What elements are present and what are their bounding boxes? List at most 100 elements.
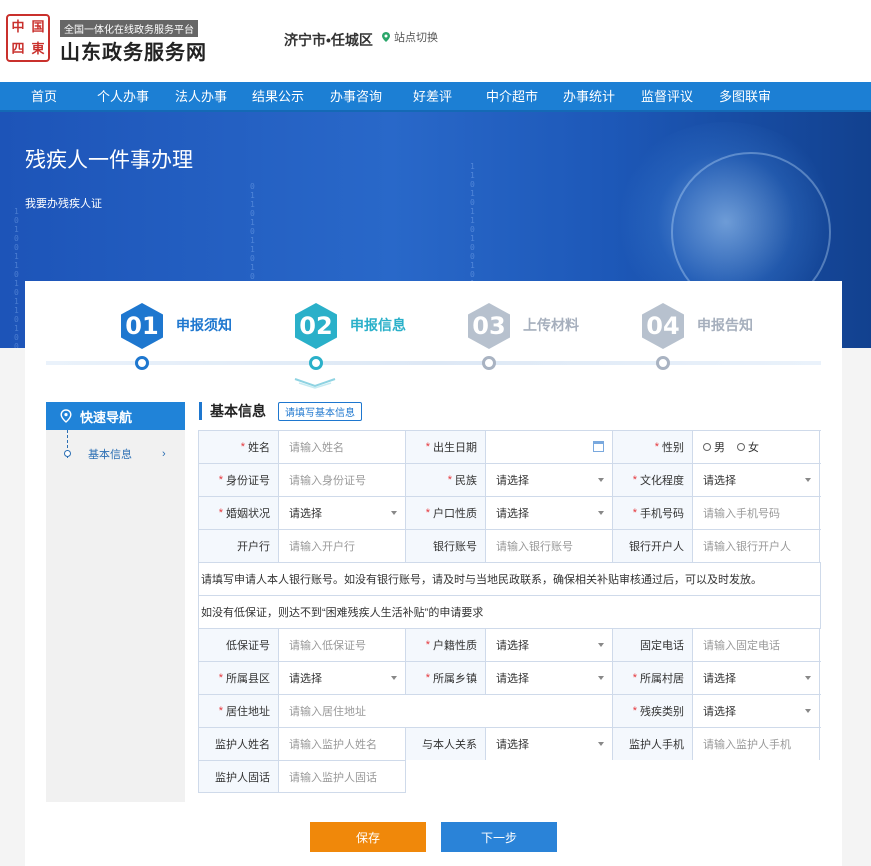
ethnic-select[interactable]: 请选择 [486, 464, 613, 496]
chevron-right-icon: › [162, 448, 166, 460]
sidebar-item-label: 基本信息 [88, 449, 132, 461]
dropdown-caret-icon [805, 478, 811, 482]
phone-label: * 手机号码 [613, 497, 693, 529]
form-row: 监护人固话 请输入监护人固话 [198, 760, 406, 793]
guardian-phone-input[interactable]: 请输入监护人手机 [693, 728, 820, 760]
tel-input[interactable]: 请输入固定电话 [693, 629, 820, 661]
site-title[interactable]: 山东政务服务网 [60, 36, 207, 65]
account-holder-input[interactable]: 请输入银行开户人 [693, 530, 820, 562]
town-label: * 所属乡镇 [406, 662, 486, 694]
next-step-button[interactable]: 下一步 [441, 822, 557, 852]
logo-seal[interactable]: 中 国 四 東 [6, 14, 50, 62]
gender-male-radio[interactable]: 男 [703, 439, 725, 455]
education-select[interactable]: 请选择 [693, 464, 820, 496]
region-name: 济宁市•任城区 [284, 32, 373, 48]
site-switch-link[interactable]: 站点切换 [382, 29, 438, 45]
seal-char: 四 [11, 41, 25, 56]
name-input[interactable]: 请输入姓名 [279, 431, 406, 463]
dropdown-caret-icon [391, 676, 397, 680]
step-1-label[interactable]: 申报须知 [176, 315, 232, 335]
nav-personal[interactable]: 个人办事 [97, 82, 149, 110]
dropdown-caret-icon [805, 676, 811, 680]
nav-results[interactable]: 结果公示 [252, 82, 304, 110]
bank-note: 请填写申请人本人银行账号。如没有银行账号，请及时与当地民政联系，确保相关补贴审核… [198, 562, 821, 595]
dropdown-caret-icon [598, 478, 604, 482]
step-3-badge: 03 [468, 303, 510, 349]
nav-consult[interactable]: 办事咨询 [330, 82, 382, 110]
main-nav: 首页 个人办事 法人办事 结果公示 办事咨询 好差评 中介超市 办事统计 监督评… [0, 82, 871, 112]
account-input[interactable]: 请输入银行账号 [486, 530, 613, 562]
nav-agency-market[interactable]: 中介超市 [486, 82, 538, 110]
county-label: * 所属县区 [199, 662, 279, 694]
dropdown-caret-icon [598, 511, 604, 515]
seal-char: 中 [11, 19, 25, 34]
platform-label: 全国一体化在线政务服务平台 [60, 20, 198, 37]
relation-label: 与本人关系 [406, 728, 486, 760]
seal-char: 東 [31, 41, 45, 56]
form-row: 监护人姓名 请输入监护人姓名 与本人关系 请选择 监护人手机 请输入监护人手机 [198, 727, 821, 760]
dropdown-caret-icon [391, 511, 397, 515]
guardian-tel-label: 监护人固话 [199, 761, 279, 792]
nav-home[interactable]: 首页 [31, 82, 57, 110]
bank-input[interactable]: 请输入开户行 [279, 530, 406, 562]
form-row: * 姓名 请输入姓名 * 出生日期 * 性别 男 女 [198, 430, 821, 463]
form-row: * 所属县区 请选择 * 所属乡镇 请选择 * 所属村居 请选择 [198, 661, 821, 694]
guardian-phone-label: 监护人手机 [613, 728, 693, 760]
dropdown-caret-icon [598, 742, 604, 746]
marriage-select[interactable]: 请选择 [279, 497, 406, 529]
nav-statistics[interactable]: 办事统计 [563, 82, 615, 110]
disability-select[interactable]: 请选择 [693, 695, 820, 727]
county-select[interactable]: 请选择 [279, 662, 406, 694]
form-row: * 婚姻状况 请选择 * 户口性质 请选择 * 手机号码 请输入手机号码 [198, 496, 821, 529]
basic-info-form: * 姓名 请输入姓名 * 出生日期 * 性别 男 女 * 身份证号 请输入身份证号 * 民… [198, 430, 821, 793]
idcard-input[interactable]: 请输入身份证号 [279, 464, 406, 496]
education-label: * 文化程度 [613, 464, 693, 496]
huji-select[interactable]: 请选择 [486, 629, 613, 661]
birth-date-input[interactable] [486, 431, 613, 463]
address-label: * 居住地址 [199, 695, 279, 727]
step-2-label[interactable]: 申报信息 [350, 315, 406, 335]
seal-char: 国 [31, 19, 45, 34]
step-1-badge: 01 [121, 303, 163, 349]
calendar-icon[interactable] [593, 441, 604, 452]
guardian-name-label: 监护人姓名 [199, 728, 279, 760]
location-pin-icon [60, 409, 72, 423]
quick-nav-header: 快速导航 [46, 402, 185, 430]
dropdown-caret-icon [598, 643, 604, 647]
gender-radio-group: 男 女 [693, 431, 820, 463]
form-card: 01 申报须知 02 申报信息 03 上传材料 04 申报告知 快速导航 基本信… [25, 281, 842, 866]
form-row: * 居住地址 请输入居住地址 * 残疾类别 请选择 [198, 694, 821, 727]
nav-corporate[interactable]: 法人办事 [175, 82, 227, 110]
form-row: 低保证号 请输入低保证号 * 户籍性质 请选择 固定电话 请输入固定电话 [198, 628, 821, 661]
town-select[interactable]: 请选择 [486, 662, 613, 694]
phone-input[interactable]: 请输入手机号码 [693, 497, 820, 529]
tel-label: 固定电话 [613, 629, 693, 661]
village-label: * 所属村居 [613, 662, 693, 694]
page-subtitle: 我要办残疾人证 [25, 198, 102, 210]
nav-multi-review[interactable]: 多图联审 [719, 82, 771, 110]
hukou-select[interactable]: 请选择 [486, 497, 613, 529]
guardian-tel-input[interactable]: 请输入监护人固话 [279, 761, 406, 792]
sidebar-bullet-icon [64, 450, 71, 457]
address-input[interactable]: 请输入居住地址 [279, 695, 613, 727]
dibao-input[interactable]: 请输入低保证号 [279, 629, 406, 661]
step-4-label[interactable]: 申报告知 [697, 315, 753, 335]
nav-rating[interactable]: 好差评 [413, 82, 452, 110]
guardian-name-input[interactable]: 请输入监护人姓名 [279, 728, 406, 760]
gender-female-radio[interactable]: 女 [737, 439, 759, 455]
ethnic-label: * 民族 [406, 464, 486, 496]
village-select[interactable]: 请选择 [693, 662, 820, 694]
hukou-label: * 户口性质 [406, 497, 486, 529]
step-3-label[interactable]: 上传材料 [523, 315, 579, 335]
marriage-label: * 婚姻状况 [199, 497, 279, 529]
quick-nav-title: 快速导航 [80, 409, 133, 425]
banner-decoration: 1010011010110100110101 [14, 207, 19, 348]
idcard-label: * 身份证号 [199, 464, 279, 496]
site-header: 中 国 四 東 全国一体化在线政务服务平台 山东政务服务网 济宁市•任城区 站点… [0, 0, 871, 82]
nav-supervision[interactable]: 监督评议 [641, 82, 693, 110]
step-3-dot [482, 356, 496, 370]
relation-select[interactable]: 请选择 [486, 728, 613, 760]
step-4-badge: 04 [642, 303, 684, 349]
sidebar-item-basic-info[interactable]: 基本信息 › [88, 446, 198, 462]
save-button[interactable]: 保存 [310, 822, 426, 852]
